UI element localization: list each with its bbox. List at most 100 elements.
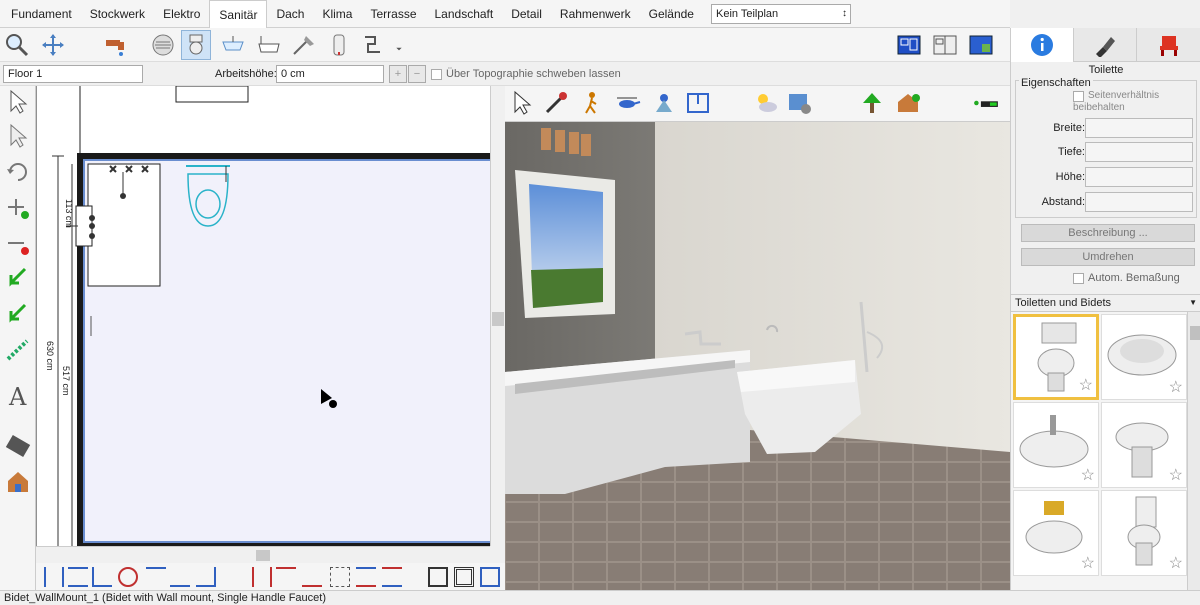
drain-icon[interactable] — [148, 30, 178, 60]
tab-elektro[interactable]: Elektro — [154, 0, 209, 28]
star-icon[interactable]: ☆ — [1081, 465, 1095, 485]
width-input[interactable] — [1085, 118, 1193, 138]
sprinkler-icon[interactable] — [649, 88, 679, 118]
bathtub-icon[interactable] — [254, 30, 284, 60]
tab-detail[interactable]: Detail — [502, 0, 551, 28]
height-input[interactable] — [1085, 167, 1193, 187]
align-icon-5[interactable] — [170, 567, 190, 587]
distribute-icon-3[interactable] — [302, 567, 322, 587]
3d-view-icon[interactable] — [966, 30, 996, 60]
plan-select[interactable]: Kein Teilplan — [710, 3, 851, 24]
topography-checkbox[interactable]: Über Topographie schweben lassen — [431, 68, 621, 80]
tab-terrasse[interactable]: Terrasse — [361, 0, 425, 28]
scroll-thumb[interactable] — [1190, 326, 1200, 340]
floor-plan-view[interactable]: 113 cm 630 cm 517 cm — [36, 86, 490, 546]
helicopter-icon[interactable] — [613, 88, 643, 118]
weather-icon[interactable] — [751, 88, 781, 118]
tab-furniture[interactable] — [1137, 28, 1200, 62]
center-align-icon[interactable] — [118, 567, 138, 587]
depth-input[interactable] — [1085, 142, 1193, 162]
multi-select-icon[interactable] — [4, 122, 32, 150]
auto-dimension-checkbox[interactable]: Autom. Bemaßung — [1073, 272, 1180, 284]
work-height-input[interactable]: 0 cm — [276, 65, 384, 83]
tab-info[interactable] — [1011, 28, 1074, 62]
catalog-item-bidet-3[interactable]: ☆ — [1101, 402, 1187, 488]
describe-button[interactable]: Beschreibung ... — [1021, 224, 1195, 242]
tab-sanitaer[interactable]: Sanitär — [209, 0, 268, 28]
eyedropper-icon[interactable] — [541, 88, 571, 118]
frame-icon[interactable] — [428, 567, 448, 587]
star-icon[interactable]: ☆ — [1169, 553, 1183, 573]
plan-view-icon[interactable] — [894, 30, 924, 60]
frame-2-icon[interactable] — [480, 567, 500, 587]
star-icon[interactable]: ☆ — [1081, 553, 1095, 573]
chevron-down-icon[interactable] — [392, 30, 406, 60]
scroll-thumb[interactable] — [256, 550, 270, 561]
tab-landschaft[interactable]: Landschaft — [426, 0, 503, 28]
green-arrow-2-icon[interactable] — [4, 300, 32, 328]
shower-icon[interactable] — [288, 30, 318, 60]
flip-button[interactable]: Umdrehen — [1021, 248, 1195, 266]
catalog-scrollbar[interactable] — [1187, 312, 1200, 590]
3d-select-icon[interactable] — [507, 88, 537, 118]
text-icon[interactable]: A — [4, 382, 32, 410]
plan-horizontal-scrollbar[interactable] — [36, 546, 490, 563]
catalog-item-bidet-2[interactable]: ☆ — [1013, 402, 1099, 488]
align-icon-1[interactable] — [44, 567, 64, 587]
toilet-tool-icon[interactable] — [181, 30, 211, 60]
film-icon[interactable] — [4, 432, 32, 460]
pan-icon[interactable] — [38, 30, 68, 60]
distribute-icon-5[interactable] — [356, 567, 376, 587]
catalog-item-toilet-2[interactable]: ☆ — [1101, 490, 1187, 576]
distribute-icon-2[interactable] — [276, 567, 296, 587]
catalog-item-bidet-1[interactable]: ☆ — [1101, 314, 1187, 400]
remove-point-icon[interactable] — [4, 230, 32, 258]
add-point-icon[interactable] — [4, 194, 32, 222]
water-heater-icon[interactable] — [324, 30, 354, 60]
catalog-item-bidet-gold[interactable]: ☆ — [1013, 490, 1099, 576]
star-icon[interactable]: ☆ — [1169, 377, 1183, 397]
sink-icon[interactable] — [218, 30, 248, 60]
house-icon[interactable] — [4, 468, 32, 496]
tab-stockwerk[interactable]: Stockwerk — [81, 0, 154, 28]
pipe-icon[interactable] — [358, 30, 388, 60]
distance-input[interactable] — [1085, 192, 1193, 212]
split-view-icon[interactable] — [930, 30, 960, 60]
faucet-icon[interactable] — [100, 30, 130, 60]
aspect-checkbox[interactable]: Seitenverhältnis beibehalten — [1073, 90, 1197, 114]
walk-icon[interactable] — [577, 88, 607, 118]
align-icon-6[interactable] — [196, 567, 216, 587]
minus-icon[interactable]: − — [408, 65, 426, 83]
plan-vertical-scrollbar[interactable] — [490, 86, 504, 546]
star-icon[interactable]: ☆ — [1079, 375, 1093, 395]
align-icon-2[interactable] — [68, 567, 88, 587]
floor-select[interactable]: Floor 1 — [3, 65, 143, 83]
distribute-icon-1[interactable] — [252, 567, 272, 587]
green-arrow-icon[interactable] — [4, 264, 32, 292]
scroll-thumb[interactable] — [492, 312, 504, 326]
chain-icon[interactable] — [4, 336, 32, 364]
catalog-item-toilet[interactable]: ☆ — [1013, 314, 1099, 400]
tab-gelaende[interactable]: Gelände — [640, 0, 703, 28]
zoom-icon[interactable] — [2, 30, 32, 60]
category-select[interactable]: Toiletten und Bidets ▼ — [1011, 294, 1200, 312]
tab-klima[interactable]: Klima — [313, 0, 361, 28]
rotate-icon[interactable] — [4, 158, 32, 186]
battery-icon[interactable] — [963, 88, 1009, 118]
star-icon[interactable]: ☆ — [1169, 465, 1183, 485]
spiral-icon[interactable] — [454, 567, 474, 587]
tab-fundament[interactable]: Fundament — [2, 0, 81, 28]
tab-rahmenwerk[interactable]: Rahmenwerk — [551, 0, 640, 28]
distribute-icon-4[interactable] — [330, 567, 350, 587]
align-icon-4[interactable] — [146, 567, 166, 587]
tab-material[interactable] — [1074, 28, 1137, 62]
plus-icon[interactable]: + — [389, 65, 407, 83]
align-icon-3[interactable] — [92, 567, 112, 587]
floorplan-3d-icon[interactable] — [683, 88, 713, 118]
distribute-icon-6[interactable] — [382, 567, 402, 587]
tab-dach[interactable]: Dach — [267, 0, 313, 28]
house-scene-icon[interactable] — [893, 88, 923, 118]
3d-viewport[interactable] — [505, 122, 1010, 590]
select-arrow-icon[interactable] — [4, 88, 32, 116]
render-settings-icon[interactable] — [785, 88, 815, 118]
